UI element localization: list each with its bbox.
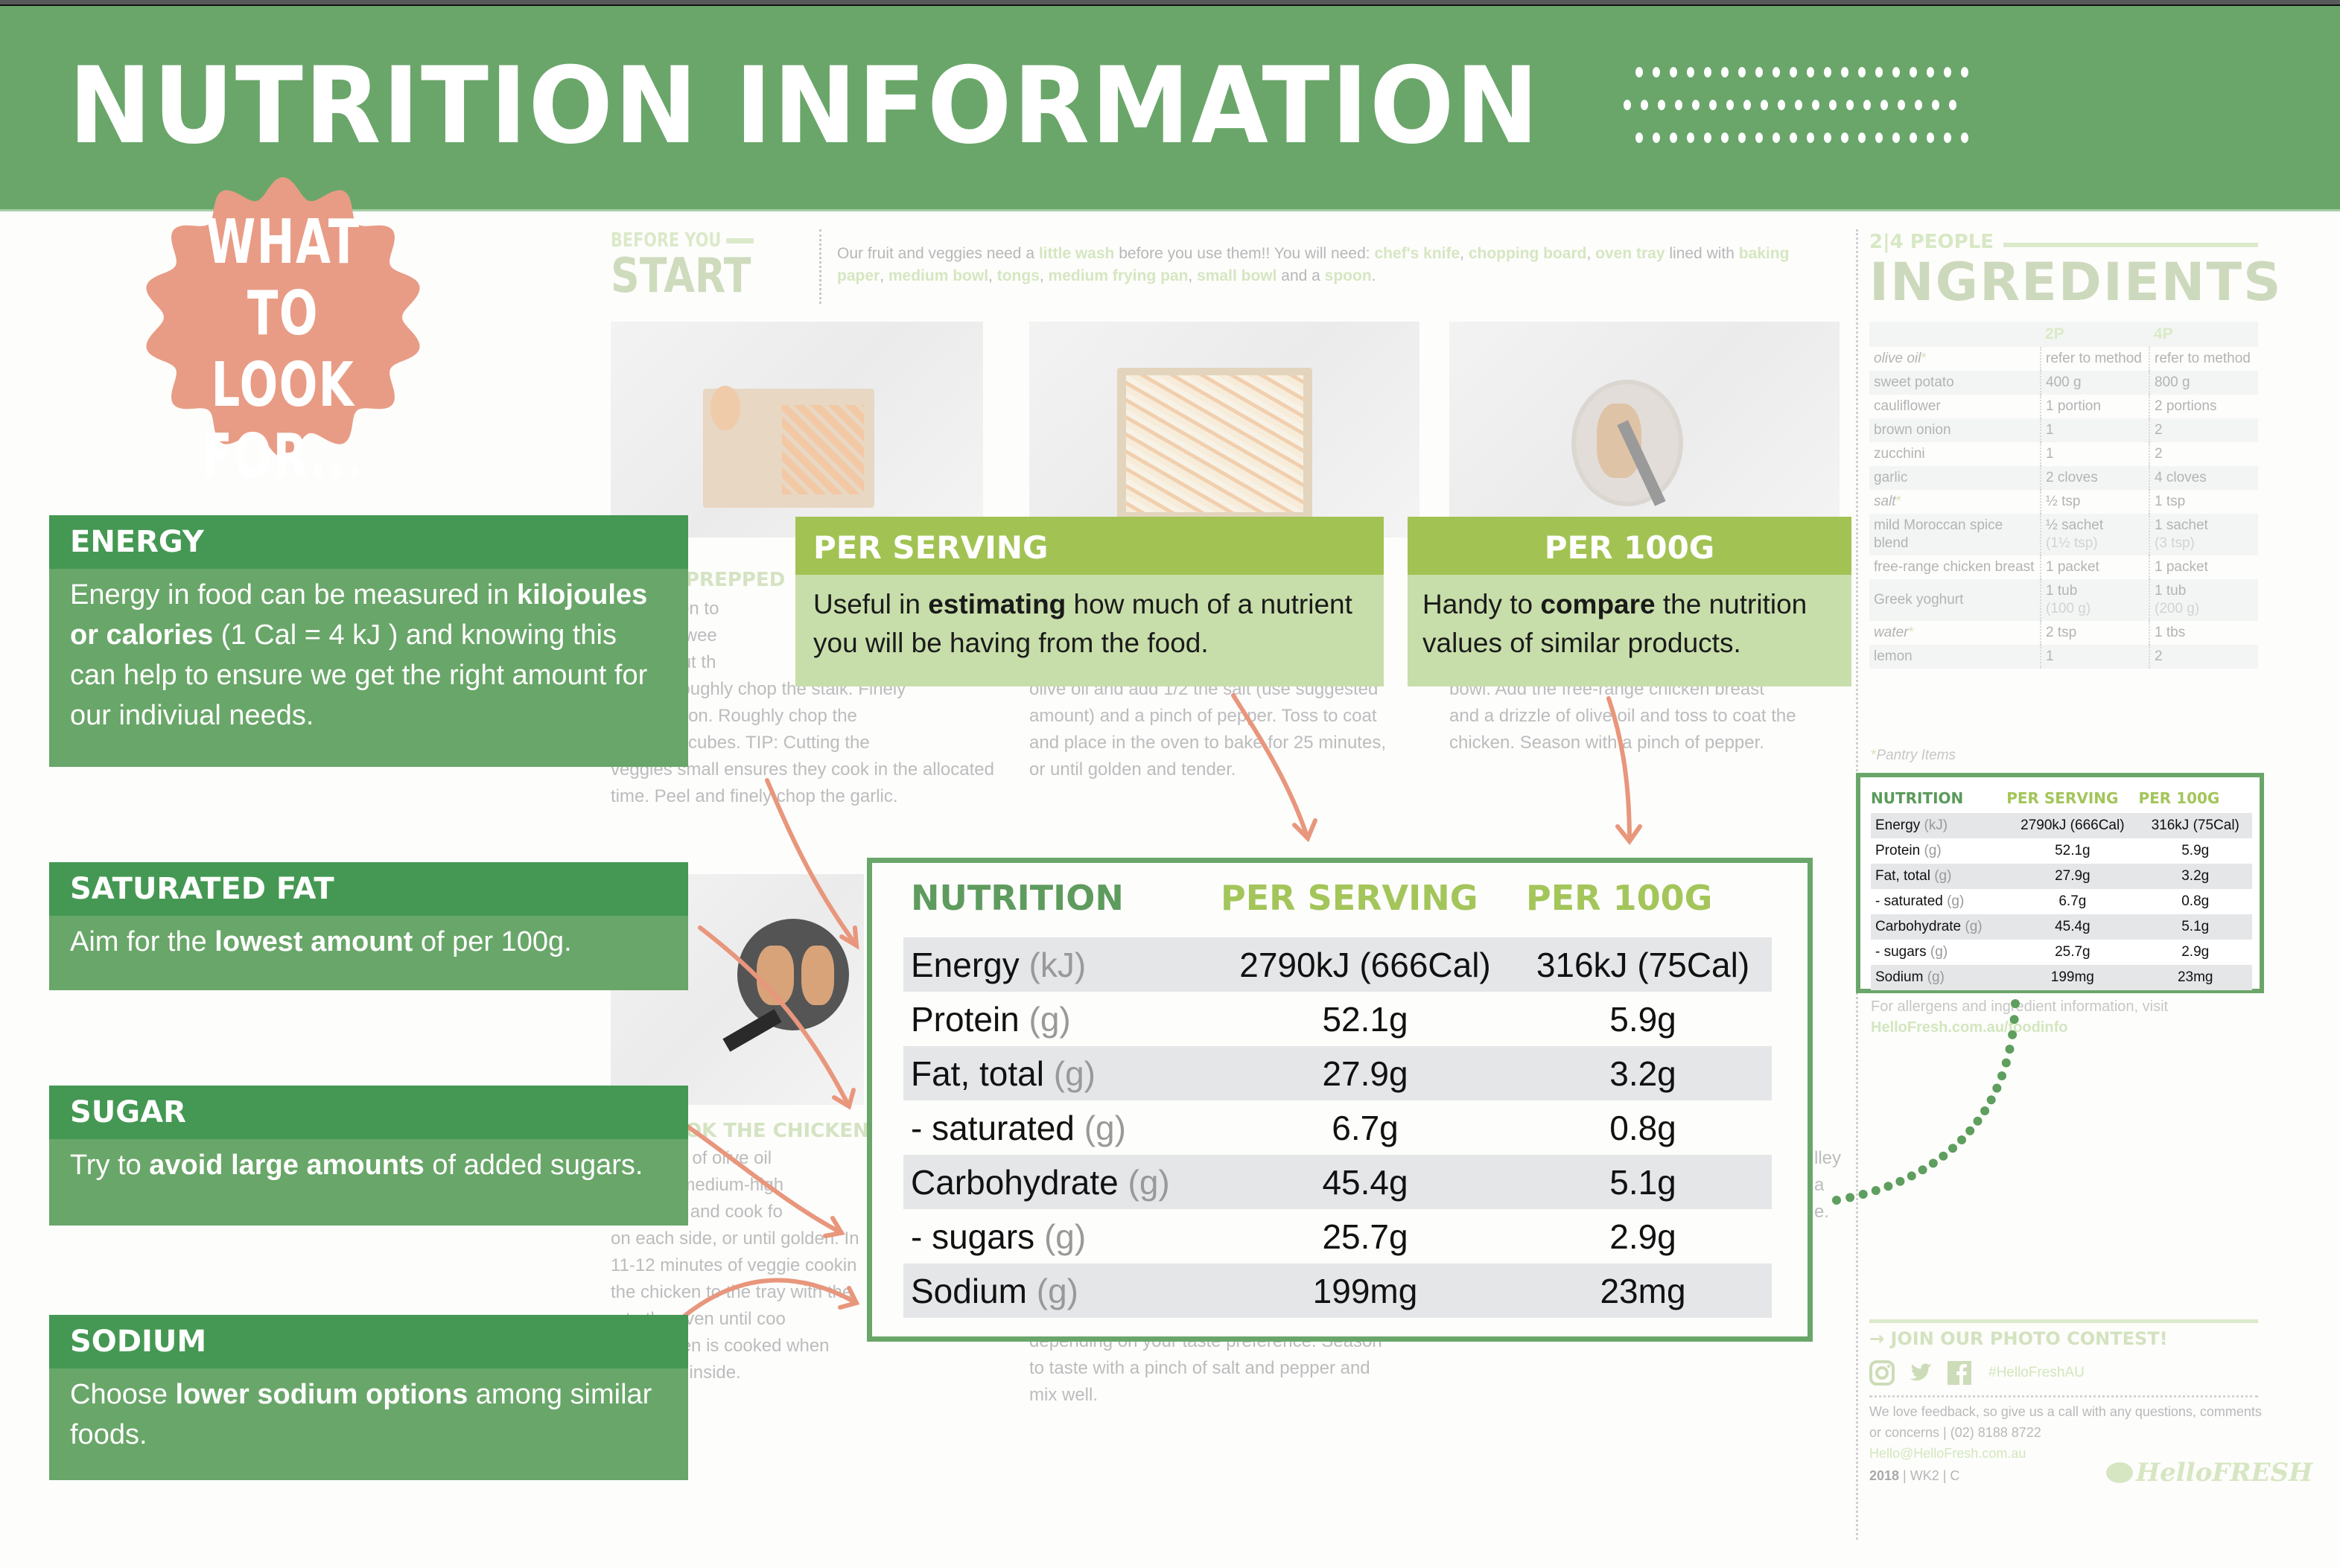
nutrient-label: Sodium (g) [911, 1271, 1078, 1310]
callout-body: Choose lower sodium options among simila… [49, 1368, 688, 1480]
per-serving-explainer: PER SERVING Useful in estimating how muc… [795, 517, 1384, 686]
connector-dot [1928, 1159, 1938, 1168]
connector-dot [2009, 1015, 2019, 1024]
connector-dot [2005, 1045, 2015, 1054]
callout-energy: ENERGY Energy in food can be measured in… [49, 515, 688, 767]
per-serving-value: 52.1g [1322, 999, 1408, 1039]
header-per-100g: PER 100G [1526, 878, 1713, 918]
connector-dot [1986, 1095, 1996, 1105]
nutrient-label: Protein (g) [911, 999, 1071, 1039]
callout-title: SUGAR [49, 1086, 688, 1139]
callout-sugar: SUGAR Try to avoid large amounts of adde… [49, 1086, 688, 1226]
connector-dot [2001, 1058, 2011, 1068]
per-serving-text: Useful in estimating how much of a nutri… [795, 575, 1384, 686]
connector-dot [1845, 1193, 1855, 1202]
nutrient-label: Energy (kJ) [911, 945, 1087, 984]
callout-title: SATURATED FAT [49, 862, 688, 916]
per-serving-value: 2790kJ (666Cal) [1239, 945, 1491, 984]
header-per-serving: PER SERVING [1221, 878, 1478, 918]
arrow-per-100g [1606, 696, 1632, 844]
per-100g-value: 2.9g [1609, 1217, 1676, 1256]
per-100g-value: 5.1g [1609, 1162, 1676, 1202]
nutrition-row: Energy (kJ) 2790kJ (666Cal) 316kJ (75Cal) [903, 937, 1772, 992]
per-serving-value: 45.4g [1322, 1162, 1408, 1202]
connector-dot [1883, 1182, 1893, 1191]
connector-dot [1907, 1171, 1916, 1181]
nutrition-row: Carbohydrate (g) 45.4g 5.1g [903, 1155, 1772, 1209]
connector-dot [1992, 1083, 2002, 1093]
nutrition-table-main: NUTRITION PER SERVING PER 100G Energy (k… [867, 858, 1813, 1342]
callout-body: Energy in food can be measured in kilojo… [49, 569, 688, 767]
per-serving-value: 25.7g [1322, 1217, 1408, 1256]
connector-dot [1980, 1106, 1990, 1115]
per-serving-value: 199mg [1312, 1271, 1418, 1310]
nutrition-row: - saturated (g) 6.7g 0.8g [903, 1100, 1772, 1155]
arrow-per-serving [1231, 693, 1310, 841]
nutrient-label: Carbohydrate (g) [911, 1162, 1170, 1202]
nutrition-row: - sugars (g) 25.7g 2.9g [903, 1209, 1772, 1263]
nutrition-row: Fat, total (g) 27.9g 3.2g [903, 1046, 1772, 1100]
per-serving-value: 27.9g [1322, 1054, 1408, 1093]
connector-dot [1939, 1151, 1948, 1161]
connector-dot [1918, 1165, 1927, 1175]
connector-dot [2011, 999, 2020, 1008]
connector-dot [2008, 1030, 2018, 1039]
nutrition-row: Sodium (g) 199mg 23mg [903, 1263, 1772, 1318]
per-100g-title: PER 100G [1408, 517, 1851, 575]
nutrition-infographic: NUTRITION INFORMATION BEFORE YOU START O… [0, 4, 2340, 1568]
per-serving-title: PER SERVING [795, 517, 1384, 575]
callout-body: Try to avoid large amounts of added suga… [49, 1139, 688, 1226]
arrow-fat [698, 925, 851, 1109]
connector-dot [1832, 1196, 1841, 1205]
badge-text: WHAT TO LOOK FOR... [201, 207, 365, 492]
connector-dot [1858, 1190, 1868, 1199]
nutrition-rows: Energy (kJ) 2790kJ (666Cal) 316kJ (75Cal) P… [903, 937, 1772, 1318]
connector-dot [1957, 1135, 1966, 1144]
per-100g-value: 5.9g [1609, 999, 1676, 1039]
callout-title: SODIUM [49, 1315, 688, 1368]
arrow-saturated-fat [765, 778, 859, 948]
nutrient-label: - sugars (g) [911, 1217, 1087, 1256]
connector-dot [1965, 1126, 1975, 1135]
callout-body: Aim for the lowest amount of per 100g. [49, 916, 688, 990]
callout-saturated-fat: SATURATED FAT Aim for the lowest amount … [49, 862, 688, 990]
nutrient-label: - saturated (g) [911, 1108, 1126, 1147]
callout-title: ENERGY [49, 515, 688, 569]
per-100g-text: Handy to compare the nutrition values of… [1408, 575, 1851, 686]
connector-dot [1895, 1176, 1905, 1186]
per-100g-value: 3.2g [1609, 1054, 1676, 1093]
per-100g-value: 316kJ (75Cal) [1536, 945, 1750, 984]
per-100g-value: 0.8g [1609, 1108, 1676, 1147]
per-serving-value: 6.7g [1332, 1108, 1399, 1147]
per-100g-explainer: PER 100G Handy to compare the nutrition … [1408, 517, 1851, 686]
nutrition-row: Protein (g) 52.1g 5.9g [903, 992, 1772, 1046]
connector-dot [1871, 1186, 1880, 1195]
what-to-look-for-badge: WHAT TO LOOK FOR... [134, 168, 432, 492]
connector-dot [1997, 1071, 2006, 1080]
connector-dot [1948, 1144, 1957, 1153]
nutrient-label: Fat, total (g) [911, 1054, 1096, 1093]
callout-sodium: SODIUM Choose lower sodium options among… [49, 1315, 688, 1480]
header-nutrition: NUTRITION [911, 878, 1124, 918]
connector-dot [1973, 1116, 1983, 1126]
per-100g-value: 23mg [1600, 1271, 1686, 1310]
dotted-connector [1832, 999, 2020, 1205]
